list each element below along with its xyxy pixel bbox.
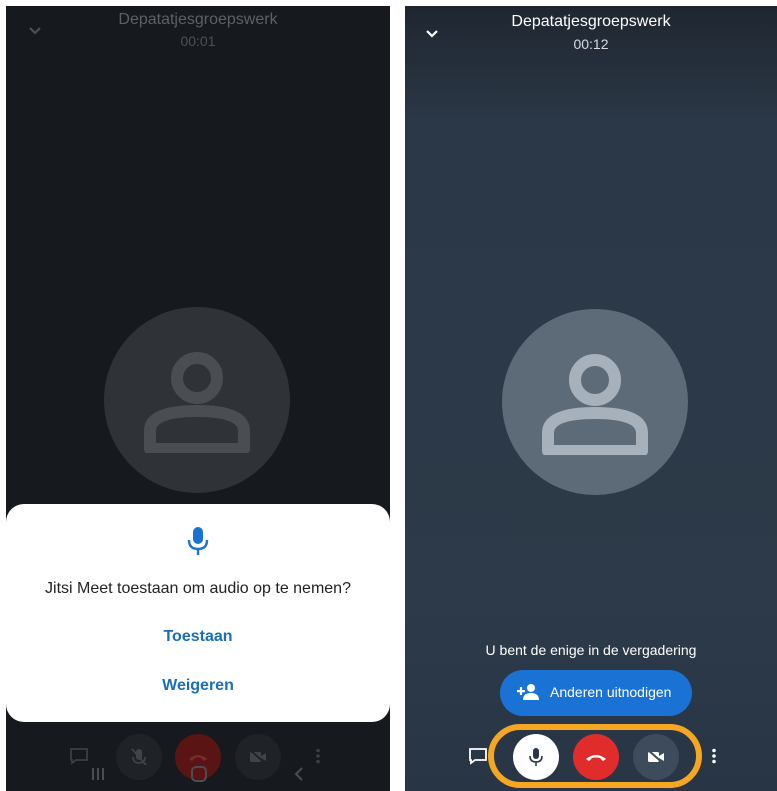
video-off-icon [249,749,267,765]
invite-label: Anderen uitnodigen [550,684,672,700]
deny-button[interactable]: Weigeren [6,677,390,695]
more-icon[interactable] [315,748,321,764]
user-icon [144,352,250,453]
meeting-title: Depatatjesgroepswerk [118,11,278,28]
video-toggle-button[interactable] [633,734,679,780]
left-screen: Depatatjesgroepswerk 00:01 Jitsi Meet to… [6,6,390,791]
video-off-icon [647,749,665,765]
back-icon[interactable] [292,766,306,782]
avatar [104,307,290,493]
meeting-title: Depatatjesgroepswerk [511,13,671,30]
status-text: U bent de enige in de vergadering [485,642,697,658]
recent-apps-icon[interactable] [90,766,106,782]
call-timer: 00:12 [573,36,609,52]
hangup-button[interactable] [573,734,619,780]
call-timer: 00:01 [180,33,216,49]
home-icon[interactable] [190,765,208,783]
add-person-icon [517,684,539,700]
permission-message: Jitsi Meet toestaan om audio op te nemen… [45,580,351,597]
hangup-icon [189,755,207,761]
invite-button[interactable]: Anderen uitnodigen [500,670,692,716]
user-icon [542,354,648,455]
allow-button[interactable]: Toestaan [6,628,390,646]
mic-icon [187,527,209,555]
hangup-icon [586,755,606,761]
chat-icon[interactable] [468,747,488,765]
mic-button[interactable] [513,734,559,780]
more-icon[interactable] [711,748,717,764]
mic-icon [529,748,543,766]
avatar [502,309,688,495]
chat-icon[interactable] [69,747,89,765]
permission-dialog: Jitsi Meet toestaan om audio op te nemen… [6,504,390,722]
android-nav-bar [6,764,390,788]
right-screen: Depatatjesgroepswerk 00:12 U bent de eni… [405,6,777,791]
